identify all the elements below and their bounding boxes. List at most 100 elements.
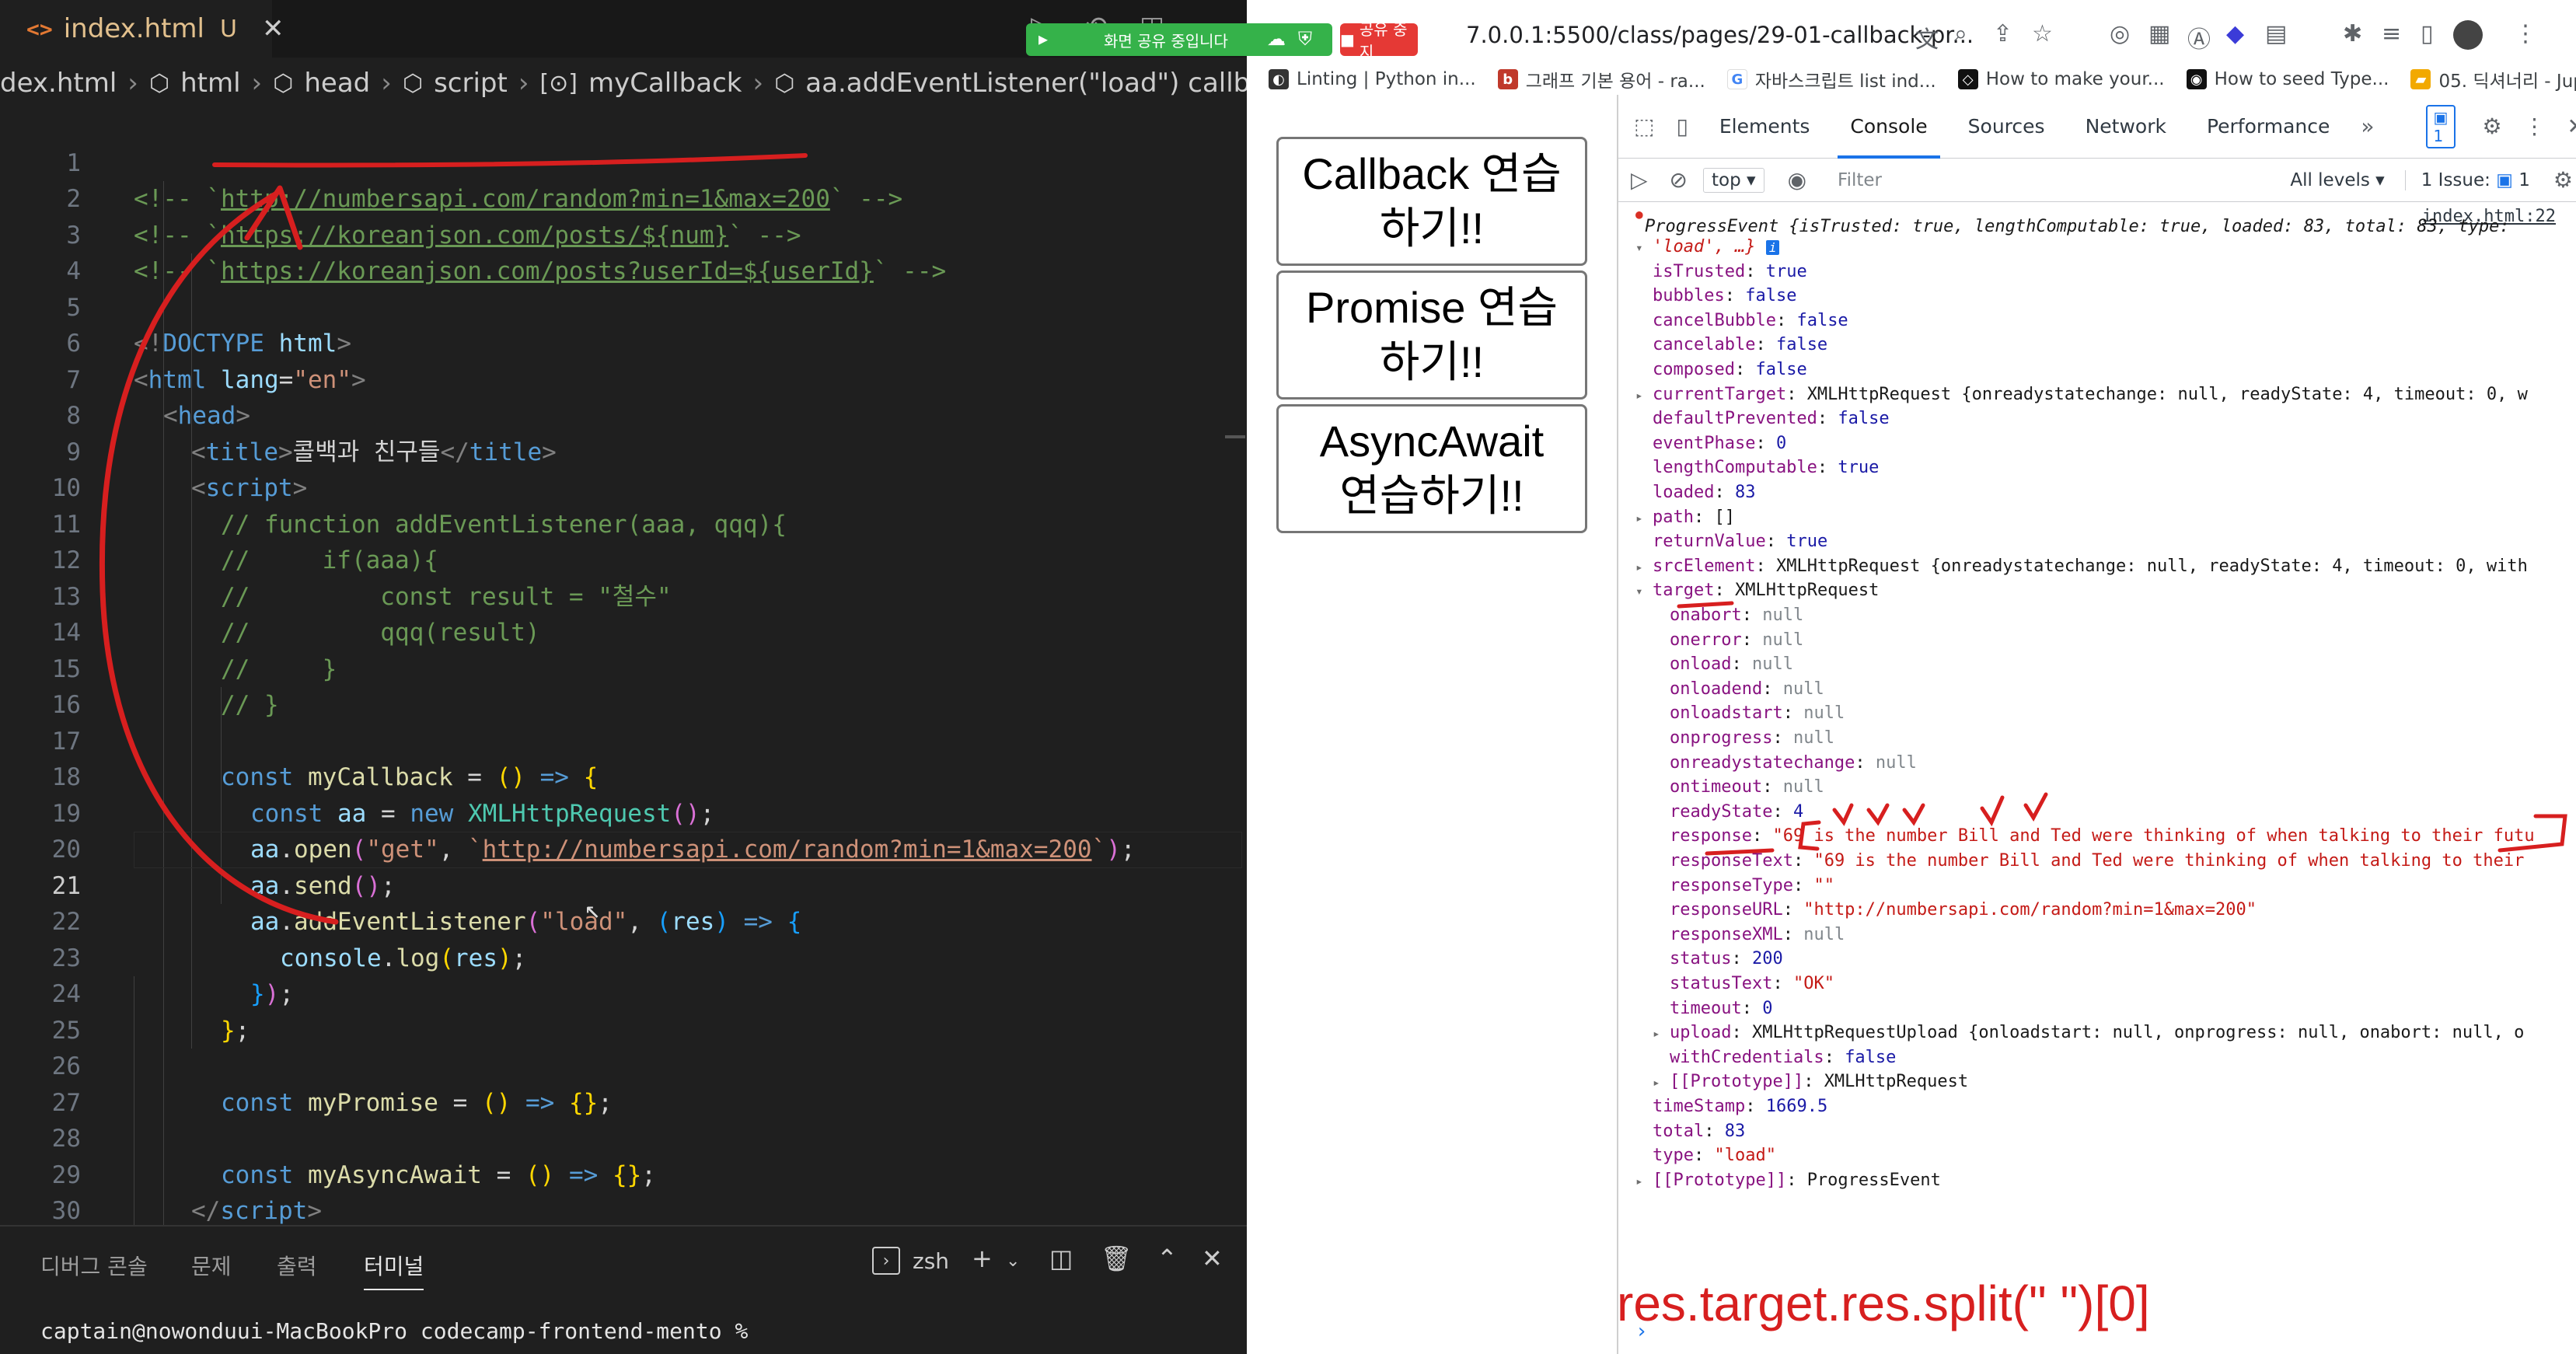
chevron-double-right-icon[interactable]: » [2350, 113, 2385, 139]
tab-elements[interactable]: Elements [1699, 95, 1831, 159]
property-value: true [1765, 261, 1807, 281]
error-dot-icon: ● [1635, 207, 1643, 222]
code-line: 30 </head> [0, 1157, 1247, 1225]
split-terminal-icon[interactable]: ◫ [1049, 1244, 1073, 1273]
property-separator: : [1772, 801, 1793, 822]
console-property-row[interactable]: ▸ currentTarget: XMLHttpRequest {onreadys… [1635, 382, 2528, 407]
code-editor[interactable]: 1 <!-- `http://numbersapi.com/random?min… [0, 109, 1247, 1225]
eye-icon[interactable]: ◉ [1777, 167, 1817, 193]
property-separator: : [1775, 310, 1797, 330]
console-property-row[interactable]: ▸ path: [] [1635, 505, 1735, 530]
message-badge[interactable]: ▣ 1 [2425, 104, 2456, 148]
sidepanel-icon[interactable]: ▯ [2421, 20, 2434, 47]
terminal-prompt[interactable]: captain@nowonduui-MacBookPro codecamp-fr… [40, 1318, 748, 1344]
bookmark-item[interactable]: ▰ 05. 딕셔너리 - Jupy... [2410, 66, 2576, 92]
zoom-icon[interactable]: ⌕ [1954, 20, 1967, 47]
breadcrumb-script[interactable]: script [434, 68, 508, 99]
bookmark-item[interactable]: ◐ Linting | Python in... [1269, 69, 1476, 89]
breadcrumb-head[interactable]: head [304, 68, 370, 99]
star-icon[interactable]: ☆ [2032, 20, 2053, 47]
bookmark-item[interactable]: G 자바스크립트 list ind... [1726, 66, 1936, 92]
property-separator: : [1782, 924, 1804, 944]
callback-practice-button[interactable]: Callback 연습하기!! [1276, 137, 1587, 266]
share-icon[interactable]: ⇪ [1993, 20, 2012, 47]
extension-a-icon[interactable]: Ⓐ [2187, 20, 2211, 54]
property-value: "http://numbersapi.com/random?min=1&max=… [1803, 900, 2257, 920]
log-levels-label: All levels [2290, 169, 2370, 190]
tab-problems[interactable]: 문제 [191, 1250, 232, 1281]
code-line: 26 const myPromise = () => {}; [0, 1013, 1247, 1117]
breadcrumb-callback[interactable]: aa.addEventListener("load") callback [805, 68, 1247, 99]
asyncawait-practice-button[interactable]: AsyncAwait 연습하기!! [1276, 404, 1587, 533]
breadcrumb-mycallback[interactable]: myCallback [588, 68, 742, 99]
console-property-row: returnValue: true [1635, 529, 1827, 554]
breadcrumb-file[interactable]: dex.html [0, 68, 117, 99]
property-value: false [1755, 360, 1807, 379]
close-icon[interactable]: ✕ [1202, 1244, 1223, 1273]
tab-debug-console[interactable]: 디버그 콘솔 [40, 1250, 148, 1281]
console-property-row[interactable]: ▸ [[Prototype]]: XMLHttpRequest [1653, 1070, 1968, 1094]
mouse-cursor-icon: ↖ [585, 894, 601, 925]
console-filter-input[interactable]: Filter [1838, 170, 1882, 190]
inspect-element-icon[interactable]: ⬚ [1618, 113, 1665, 139]
camera-icon[interactable]: ◎ [2110, 20, 2130, 47]
chevron-down-icon[interactable]: ⌄ [1006, 1251, 1020, 1271]
bookmark-favicon-icon: G [1726, 69, 1747, 89]
reading-list-icon[interactable]: ≡ [2382, 20, 2401, 47]
bookmark-item[interactable]: ◇ How to make your... [1957, 69, 2165, 89]
breadcrumb-html[interactable]: html [180, 68, 240, 99]
console-property-row: status: 200 [1653, 947, 1783, 972]
close-icon[interactable]: ✕ [262, 13, 284, 44]
console-output[interactable]: index.html:22 ● ProgressEvent {isTrusted… [1618, 204, 2576, 1354]
console-property-row[interactable]: ▸ [[Prototype]]: ProgressEvent [1635, 1168, 1941, 1193]
property-key: onload [1670, 654, 1732, 675]
tab-console[interactable]: Console [1830, 95, 1947, 159]
scrollbar-marker[interactable] [1225, 435, 1245, 438]
gear-icon[interactable]: ⚙ [2543, 167, 2576, 193]
add-terminal-icon[interactable]: + [972, 1244, 993, 1273]
extension-diamond-icon[interactable]: ◆ [2226, 20, 2244, 47]
clear-console-icon[interactable]: ⊘ [1659, 167, 1698, 193]
more-vertical-icon[interactable]: ⋮ [2513, 113, 2557, 139]
tab-network[interactable]: Network [2065, 95, 2187, 159]
close-icon[interactable]: ✕ [2557, 113, 2576, 139]
context-selector[interactable]: top ▾ [1703, 167, 1764, 193]
property-value: 1669.5 [1765, 1097, 1828, 1116]
sidebar-toggle-icon[interactable]: ▷ [1618, 167, 1659, 193]
extension-icon[interactable]: ▦ [2148, 20, 2170, 47]
tab-terminal[interactable]: 터미널 [364, 1250, 424, 1290]
bookmark-item[interactable]: b 그래프 기본 용어 - ra... [1497, 66, 1705, 92]
tab-performance[interactable]: Performance [2187, 95, 2350, 159]
tab-sources[interactable]: Sources [1948, 95, 2065, 159]
console-entry-header[interactable]: ▾ 'load', …} i [1635, 235, 1780, 260]
code-line: 15 // } [0, 615, 1247, 720]
terminal-shell-name[interactable]: zsh [913, 1248, 949, 1274]
translate-icon[interactable]: 文 [1915, 20, 1939, 54]
avatar[interactable] [2453, 20, 2483, 50]
more-vertical-icon[interactable]: ⋮ [2514, 20, 2537, 47]
console-property-row[interactable]: ▸ upload: XMLHttpRequestUpload {onloadsta… [1653, 1021, 2524, 1045]
bookmark-item[interactable]: ◉ How to seed Type... [2186, 69, 2389, 89]
chevron-up-icon[interactable]: ⌃ [1157, 1244, 1178, 1273]
url-field[interactable]: 7.0.0.1:5500/class/pages/29-01-callback-… [1466, 22, 1974, 48]
stop-sharing-button[interactable]: ■ 공유 중지 [1340, 20, 1418, 61]
extension-grid-icon[interactable]: ▤ [2265, 20, 2287, 47]
puzzle-icon[interactable]: ✱ [2343, 20, 2362, 47]
property-separator: : [1762, 679, 1783, 699]
log-levels-dropdown[interactable]: All levels ▾ [2290, 170, 2384, 190]
device-toolbar-icon[interactable]: ▯ [1665, 113, 1698, 139]
promise-practice-button[interactable]: Promise 연습하기!! [1276, 270, 1587, 400]
tab-output[interactable]: 출력 [277, 1250, 317, 1281]
console-property-row[interactable]: ▾ target: XMLHttpRequest [1635, 578, 1879, 603]
property-separator: : [1782, 703, 1804, 724]
trash-icon[interactable]: 🗑 [1101, 1244, 1133, 1273]
code-line: 4 [0, 218, 1247, 285]
console-property-row[interactable]: ▸ srcElement: XMLHttpRequest {onreadystat… [1635, 554, 2528, 579]
tab-index-html[interactable]: <> index.html U ✕ [0, 0, 284, 58]
gear-icon[interactable]: ⚙ [2471, 113, 2512, 139]
shield-icon: ⛨ [1298, 28, 1312, 50]
issues-button[interactable]: 1 Issue: ▣ 1 [2404, 169, 2530, 190]
variable-icon: [⊙] [539, 69, 578, 97]
